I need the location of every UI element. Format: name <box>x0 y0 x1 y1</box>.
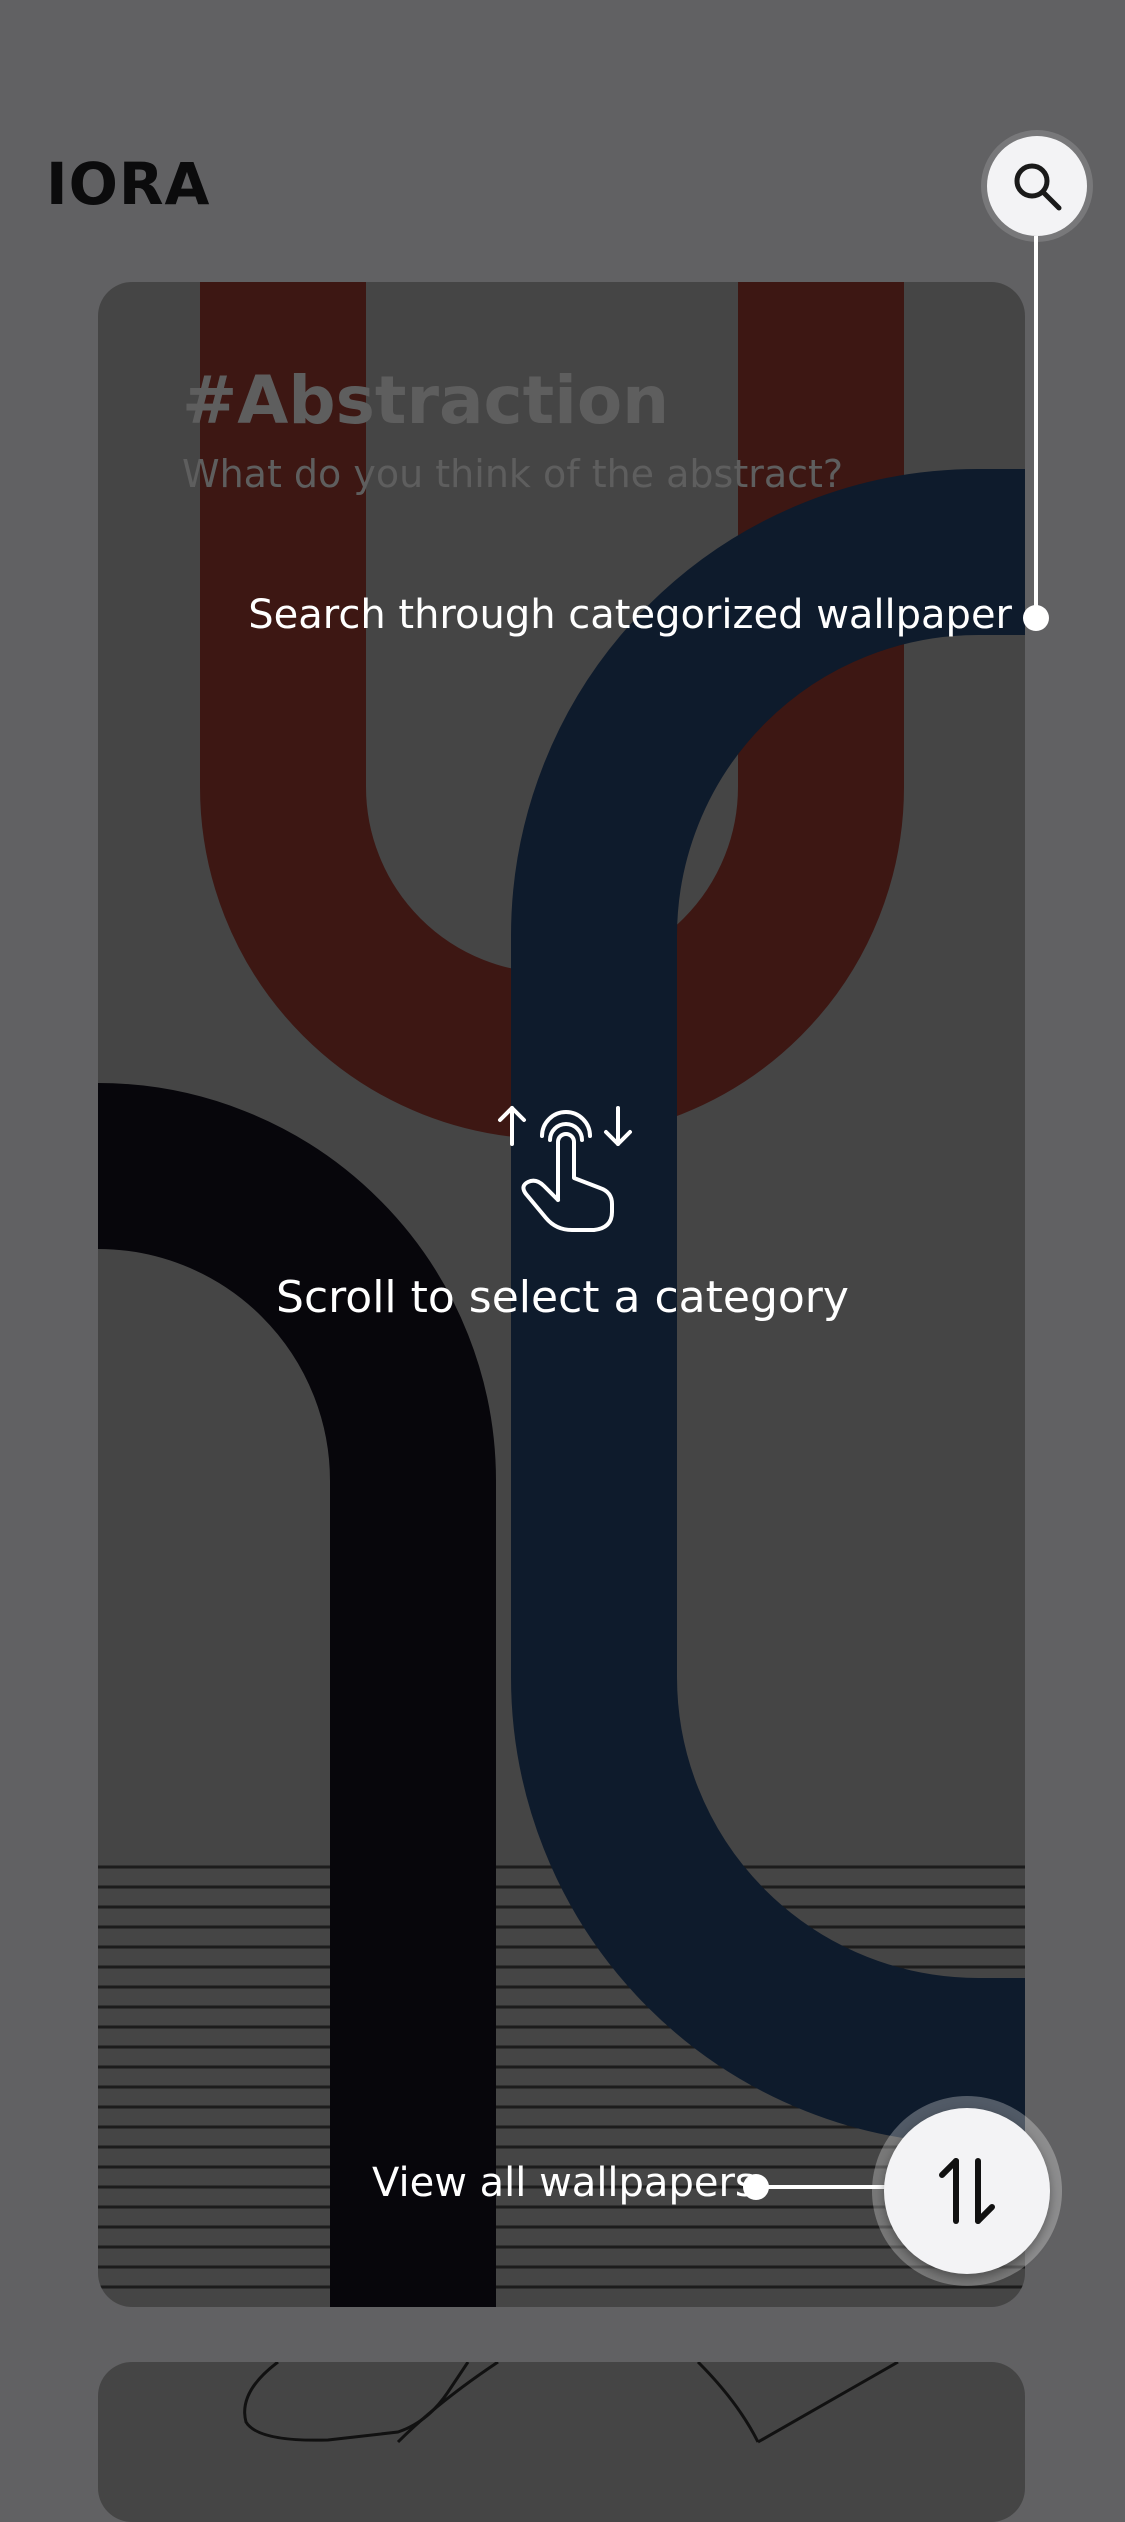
search-hint-text: Search through categorized wallpaper <box>248 592 1012 638</box>
next-card-art <box>243 2362 899 2444</box>
category-subtitle: What do you think of the abstract? <box>182 452 844 496</box>
swap-vertical-icon <box>939 2158 995 2224</box>
app-logo: IORA <box>46 150 211 218</box>
search-hint-dot <box>1023 605 1049 631</box>
scroll-hint-text: Scroll to select a category <box>276 1272 849 1323</box>
view-all-hint-connector <box>756 2185 886 2189</box>
swipe-vertical-hand-icon <box>498 1106 632 1232</box>
category-title: #Abstraction <box>182 362 670 439</box>
view-all-hint-text: View all wallpapers <box>372 2160 756 2206</box>
next-category-card[interactable] <box>98 2362 1025 2522</box>
search-button[interactable] <box>987 136 1087 236</box>
search-icon <box>1014 163 1062 211</box>
search-hint-connector <box>1034 236 1038 618</box>
view-all-wallpapers-button[interactable] <box>884 2108 1050 2274</box>
